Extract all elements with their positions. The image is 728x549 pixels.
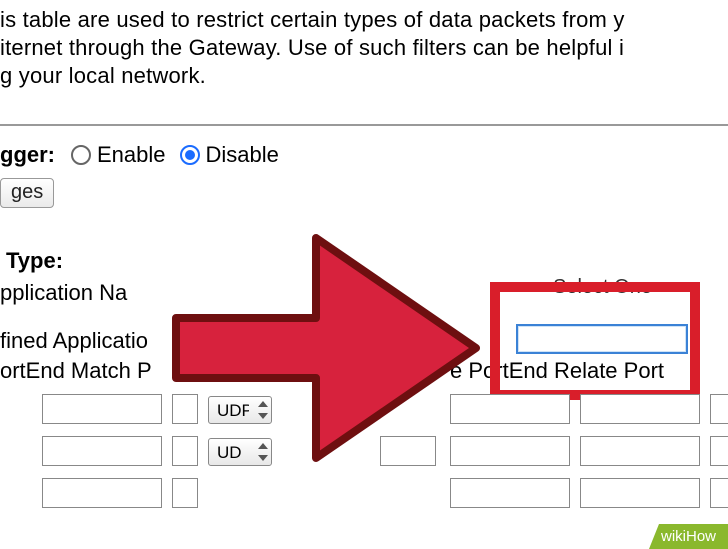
- disable-radio[interactable]: Disable: [180, 142, 279, 168]
- row1-col1-input[interactable]: [172, 394, 198, 424]
- row2-col0-input[interactable]: [42, 436, 162, 466]
- defined-application-input[interactable]: [516, 324, 688, 354]
- enable-radio[interactable]: Enable: [71, 142, 166, 168]
- row2-col1-input[interactable]: [172, 436, 198, 466]
- portend-match-label: ortEnd Match P: [0, 358, 152, 384]
- row1-col4-input[interactable]: [580, 394, 700, 424]
- row2-col4-input[interactable]: [580, 436, 700, 466]
- row2-col3-input[interactable]: [450, 436, 570, 466]
- row1-col5-input[interactable]: [710, 394, 728, 424]
- row1-col0-input[interactable]: [42, 394, 162, 424]
- row3-col0-input[interactable]: [42, 478, 162, 508]
- application-na-label: pplication Na: [0, 280, 127, 306]
- intro-line1: is table are used to restrict certain ty…: [0, 7, 625, 32]
- intro-line2: iternet through the Gateway. Use of such…: [0, 35, 624, 60]
- row3-col4-input[interactable]: [580, 478, 700, 508]
- ges-button[interactable]: ges: [0, 178, 54, 208]
- enable-label: Enable: [97, 142, 166, 168]
- radio-circle-icon: [180, 145, 200, 165]
- row3-col5-input[interactable]: [710, 478, 728, 508]
- wikihow-watermark: wikiHow: [649, 524, 728, 549]
- row3-col3-input[interactable]: [450, 478, 570, 508]
- row2-mid-input[interactable]: [380, 436, 436, 466]
- row3-col1-input[interactable]: [172, 478, 198, 508]
- intro-text: is table are used to restrict certain ty…: [0, 6, 728, 90]
- fined-application-label: fined Applicatio: [0, 328, 148, 354]
- type-label: Type:: [6, 248, 63, 274]
- intro-line3: g your local network.: [0, 63, 206, 88]
- row2-col5-input[interactable]: [710, 436, 728, 466]
- row1-col3-input[interactable]: [450, 394, 570, 424]
- disable-label: Disable: [206, 142, 279, 168]
- radio-circle-icon: [71, 145, 91, 165]
- row1-protocol-select[interactable]: UDP: [208, 396, 272, 424]
- trigger-label: gger:: [0, 142, 55, 168]
- row2-protocol-select[interactable]: UD: [208, 438, 272, 466]
- divider: [0, 124, 728, 126]
